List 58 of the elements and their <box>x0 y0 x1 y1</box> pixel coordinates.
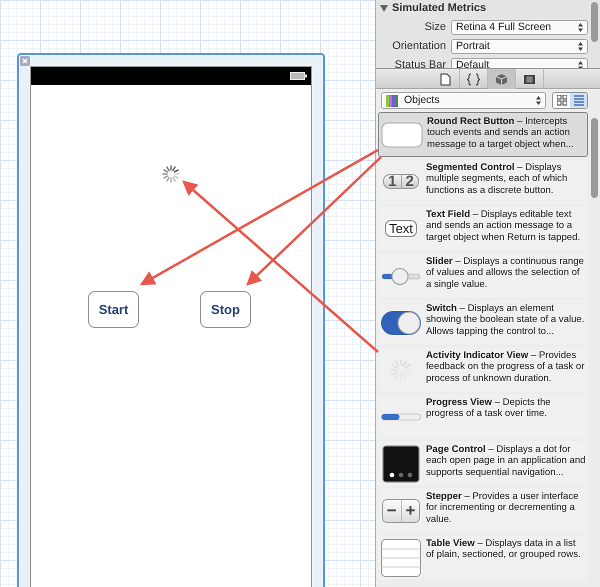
item-description: Stepper – Provides a user interface for incrementing or decrementing a value. <box>426 490 580 527</box>
library-item[interactable]: Text Text Field – Displays editable text and sends an action message to a target object when Return is tapped. <box>378 206 588 251</box>
item-description: Switch – Displays an element showing the boolean state of a value. Allows tapping the control to... <box>426 302 586 339</box>
list-view-icon <box>574 95 584 106</box>
switch-icon <box>380 310 422 336</box>
stepper-icon: − + <box>382 498 420 522</box>
progress-bar-icon <box>381 412 421 420</box>
field-label: Size <box>424 20 447 36</box>
page-control-icon <box>382 444 420 482</box>
scrollbar-thumb[interactable] <box>591 2 598 42</box>
updown-arrows-icon <box>578 42 583 51</box>
item-description: Activity Indicator View – Provides feedback on the progress of a task or process of unknown duration. <box>426 349 586 386</box>
library-item[interactable]: 1 2 Segmented Control – Displays multiple segments, each of which functions as a discrete button. <box>378 159 588 204</box>
segmented-control-icon: 1 2 <box>383 174 419 190</box>
library-item[interactable]: Slider – Displays a continuous range of values and allows the selection of a single value. <box>378 253 588 298</box>
updown-arrows-icon <box>536 96 541 105</box>
round-rect-button-icon <box>381 122 423 148</box>
view-mode-button[interactable] <box>553 93 570 108</box>
library-item[interactable]: Table View – Displays data in a list of plain, sectioned, or grouped rows. <box>378 535 588 580</box>
item-description: Slider – Displays a continuous range of values and allows the selection of a single value. <box>426 255 585 292</box>
item-description: Text Field – Displays editable text and sends an action message to a target object when Return is tapped. <box>426 208 582 245</box>
battery-icon <box>290 72 307 80</box>
item-description: Table View – Displays data in a list of plain, sectioned, or grouped rows. <box>426 537 582 562</box>
dropdown[interactable]: Default <box>451 58 588 68</box>
library-item[interactable]: Page Control – Displays a dot for each open page in an application and supports sequential navigation... <box>378 441 588 486</box>
table-view-icon <box>381 538 421 576</box>
disclosure-triangle-icon[interactable] <box>380 4 388 12</box>
section-header[interactable]: Simulated Metrics <box>376 0 588 15</box>
library-item[interactable]: Activity Indicator View – Provides feedback on the progress of a task or process of unknown duration. <box>378 347 588 392</box>
updown-arrows-icon <box>578 61 583 68</box>
library-filter-dropdown[interactable]: Objects <box>381 92 546 109</box>
library-item[interactable]: Progress View – Depicts the progress of a task over time. <box>378 394 588 439</box>
field-label: Status Bar <box>394 58 447 68</box>
cube-icon <box>495 72 508 86</box>
round-rect-button[interactable]: Stop <box>200 291 251 328</box>
slider-icon <box>381 266 421 286</box>
dropdown[interactable]: Portrait <box>451 39 588 54</box>
activity-indicator-icon <box>162 165 180 183</box>
item-description: Segmented Control – Displays multiple segments, each of which functions as a discrete button. <box>426 161 568 198</box>
library-item[interactable]: Round Rect Button – Intercepts touch events and sends an action message to a target object when... <box>378 112 588 157</box>
braces-icon <box>467 72 480 86</box>
item-description: Page Control – Displays a dot for each open page in an application and supports sequential navigation... <box>426 443 586 480</box>
file-icon <box>439 72 452 86</box>
library-icon <box>386 94 400 106</box>
text-field-icon: Text <box>385 220 417 238</box>
library-item[interactable]: Switch – Displays an element showing the boolean state of a value. Allows tapping the control to... <box>378 300 588 345</box>
scrollbar-thumb[interactable] <box>591 118 598 198</box>
item-description: Progress View – Depicts the progress of a task over time. <box>426 396 552 422</box>
library-item[interactable]: − + Stepper – Provides a user interface for incrementing or decrementing a value. <box>378 488 588 533</box>
grid-view-icon <box>556 95 566 106</box>
view-mode-button[interactable] <box>570 93 587 108</box>
round-rect-button[interactable]: Start <box>88 291 139 328</box>
section-title: Simulated Metrics <box>392 0 486 16</box>
field-label: Orientation <box>391 39 447 54</box>
dropdown[interactable]: Retina 4 Full Screen <box>451 20 588 35</box>
updown-arrows-icon <box>578 23 583 32</box>
item-description: Round Rect Button – Intercepts touch events and sends an action message to a target object when... <box>427 115 575 152</box>
film-icon <box>523 72 536 86</box>
